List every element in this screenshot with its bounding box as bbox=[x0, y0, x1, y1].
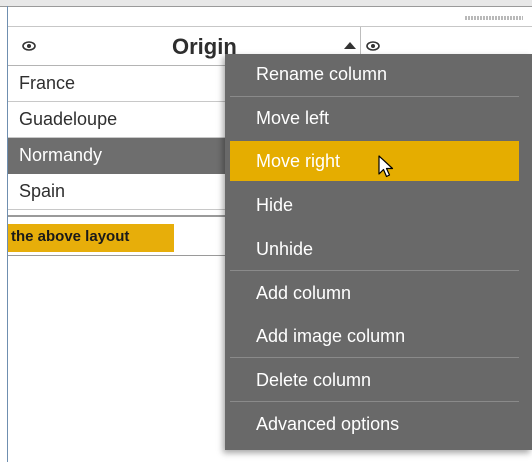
cell-origin: Guadeloupe bbox=[19, 109, 118, 129]
cell-origin: Normandy bbox=[19, 145, 103, 165]
cell-origin: France bbox=[19, 73, 76, 93]
menu-separator bbox=[230, 270, 519, 271]
menu-item-label: Unhide bbox=[256, 239, 314, 259]
menu-item-label: Rename column bbox=[256, 64, 388, 84]
menu-item-label: Add column bbox=[256, 283, 352, 303]
annotation-callout: the above layout bbox=[8, 224, 174, 252]
mouse-pointer-icon bbox=[378, 155, 394, 178]
menu-item-add-column[interactable]: Add column bbox=[230, 273, 519, 313]
menu-item-add-image-column[interactable]: Add image column bbox=[230, 316, 519, 356]
menu-item-unhide[interactable]: Unhide bbox=[230, 229, 519, 269]
menu-item-label: Add image column bbox=[256, 326, 406, 346]
menu-item-label: Move right bbox=[256, 151, 341, 171]
menu-item-label: Delete column bbox=[256, 370, 372, 390]
menu-item-delete-column[interactable]: Delete column bbox=[230, 360, 519, 400]
menu-item-label: Advanced options bbox=[256, 414, 400, 434]
menu-item-move-left[interactable]: Move left bbox=[230, 98, 519, 138]
cell-origin: Spain bbox=[19, 181, 66, 201]
menu-item-label: Move left bbox=[256, 108, 330, 128]
menu-separator bbox=[230, 96, 519, 97]
menu-item-hide[interactable]: Hide bbox=[230, 185, 519, 225]
menu-separator bbox=[230, 401, 519, 402]
resize-grip-icon[interactable] bbox=[465, 16, 523, 20]
menu-item-label: Hide bbox=[256, 195, 294, 215]
eye-icon[interactable] bbox=[22, 39, 36, 53]
sort-ascending-icon[interactable] bbox=[344, 42, 356, 49]
eye-icon[interactable] bbox=[366, 39, 380, 53]
window-top-bar bbox=[0, 0, 532, 7]
menu-item-move-right[interactable]: Move right bbox=[230, 141, 519, 181]
column-context-menu: Rename column Move left Move right Hide … bbox=[225, 54, 532, 450]
menu-item-advanced-options[interactable]: Advanced options bbox=[230, 404, 519, 444]
menu-separator bbox=[230, 357, 519, 358]
callout-text: the above layout bbox=[11, 228, 130, 245]
menu-item-rename-column[interactable]: Rename column bbox=[230, 54, 519, 94]
